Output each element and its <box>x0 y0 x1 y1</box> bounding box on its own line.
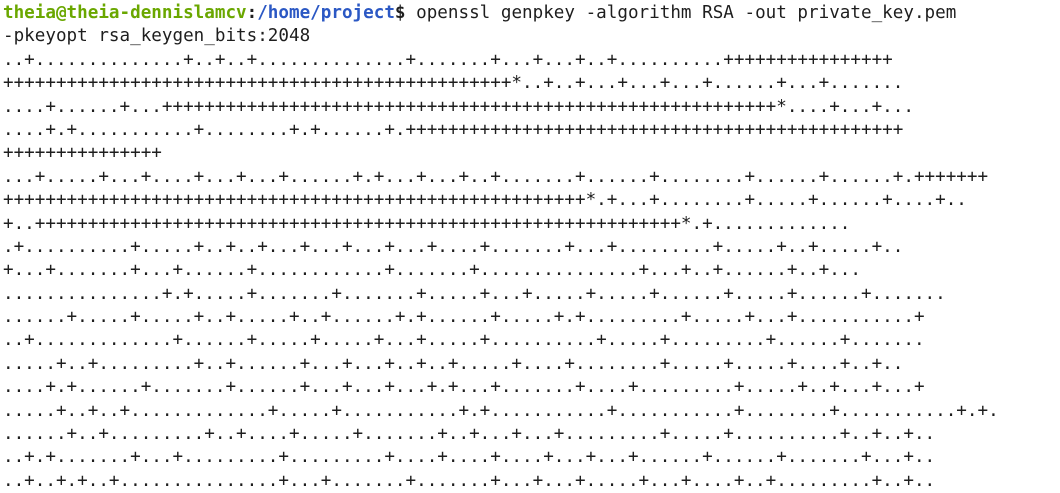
prompt-path: /home/project <box>257 3 395 23</box>
output-line: ....+......+...+++++++++++++++++++++++++… <box>3 96 914 117</box>
output-line: .....+..+..+.............+.....+........… <box>3 400 999 421</box>
prompt-user-host: theia@theia-dennislamcv <box>3 3 247 23</box>
output-line: .+..........+.....+..+..+...+...+...+...… <box>3 236 904 257</box>
output-line: ++++++++++++++++++++++++++++++++++++++++… <box>3 73 904 94</box>
command-line: theia@theia-dennislamcv:/home/project$ o… <box>3 2 1060 25</box>
output-line: ......+..+.........+..+....+.....+......… <box>3 424 936 445</box>
output-line: ..+.+.......+...+.........+.........+...… <box>3 447 936 468</box>
command-output: ..+..............+..+..+..............+.… <box>3 49 1060 493</box>
output-line: +..+++++++++++++++++++++++++++++++++++++… <box>3 213 851 234</box>
output-line: ......+.....+.....+..+.....+..+......+.+… <box>3 307 925 328</box>
output-line: ...+.....+...+....+...+...+......+.+...+… <box>3 166 989 187</box>
terminal[interactable]: theia@theia-dennislamcv:/home/project$ o… <box>0 0 1060 493</box>
output-line: ++++++++++++++++++++++++++++++++++++++++… <box>3 190 967 211</box>
output-line: ..+..+.+..+...............+...+.......+.… <box>3 470 936 491</box>
prompt-separator: : <box>246 3 258 23</box>
command-text: openssl genpkey -algorithm RSA -out priv… <box>405 3 957 23</box>
output-line: +++++++++++++++ <box>3 143 162 164</box>
output-line: ..+..............+..+..+..............+.… <box>3 49 893 70</box>
output-line: +...+.......+...+......+............+...… <box>3 260 861 281</box>
output-line: .....+..+.........+..+......+...+...+..+… <box>3 353 904 374</box>
output-line: ..+.............+......+.....+.....+...+… <box>3 330 925 351</box>
command-continuation: -pkeyopt rsa_keygen_bits:2048 <box>3 26 311 47</box>
output-line: ....+.+......+.......+......+...+...+...… <box>3 377 925 398</box>
prompt-symbol: $ <box>394 3 406 23</box>
output-line: ...............+.+.....+.......+.......+… <box>3 283 946 304</box>
output-line: ....+.+...........+........+.+......+.++… <box>3 119 904 140</box>
